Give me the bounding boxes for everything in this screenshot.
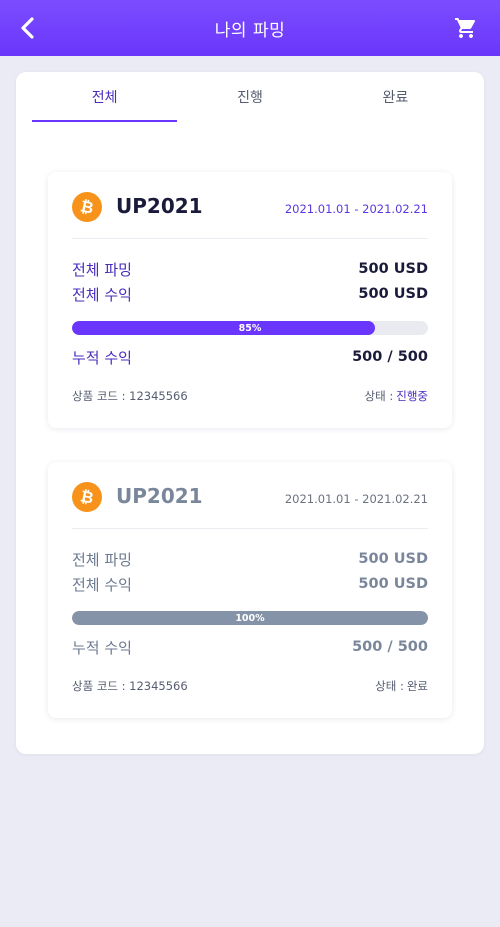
divider bbox=[72, 528, 428, 529]
product-name: UP2021 bbox=[116, 484, 203, 508]
page-title: 나의 파밍 bbox=[214, 20, 286, 41]
total-farming-label: 전체 파밍 bbox=[72, 550, 132, 569]
card-footer: 상품 코드 : 12345566 상태 : 완료 bbox=[72, 678, 428, 694]
total-farming-value: 500 USD bbox=[358, 261, 428, 277]
cumulative-profit-value: 500 / 500 bbox=[352, 349, 428, 365]
cumulative-profit-row: 누적 수익 500 / 500 bbox=[72, 346, 428, 368]
progress-percent: 100% bbox=[235, 612, 265, 624]
shopping-cart-icon[interactable] bbox=[452, 14, 480, 42]
status-label: 상태 : bbox=[364, 389, 394, 403]
progress-bar: 85% bbox=[72, 321, 428, 335]
product-code: 상품 코드 : 12345566 bbox=[72, 389, 188, 403]
total-farming-label: 전체 파밍 bbox=[72, 260, 132, 279]
total-farming-value: 500 USD bbox=[358, 551, 428, 567]
farming-card[interactable]: ₿ UP2021 2021.01.01 - 2021.02.21 전체 파밍 5… bbox=[48, 462, 452, 718]
app-header: 나의 파밍 bbox=[0, 0, 500, 56]
status-badge: 진행중 bbox=[396, 389, 428, 403]
cumulative-profit-row: 누적 수익 500 / 500 bbox=[72, 636, 428, 658]
status-badge: 완료 bbox=[406, 679, 428, 693]
chevron-left-icon[interactable] bbox=[14, 14, 42, 42]
progress-bar: 100% bbox=[72, 611, 428, 625]
total-profit-row: 전체 수익 500 USD bbox=[72, 573, 428, 595]
bitcoin-icon: ₿ bbox=[72, 192, 102, 222]
divider bbox=[72, 238, 428, 239]
cumulative-profit-label: 누적 수익 bbox=[72, 348, 132, 367]
total-profit-row: 전체 수익 500 USD bbox=[72, 283, 428, 305]
card-footer: 상품 코드 : 12345566 상태 : 진행중 bbox=[72, 388, 428, 404]
cumulative-profit-value: 500 / 500 bbox=[352, 639, 428, 655]
tab-all[interactable]: 전체 bbox=[32, 72, 178, 122]
status-label: 상태 : bbox=[375, 679, 404, 693]
tab-bar: 전체 진행 완료 bbox=[32, 72, 468, 122]
total-profit-label: 전체 수익 bbox=[72, 575, 132, 594]
total-profit-label: 전체 수익 bbox=[72, 285, 132, 304]
cumulative-profit-label: 누적 수익 bbox=[72, 638, 132, 657]
status: 상태 : 완료 bbox=[375, 678, 428, 694]
progress-percent: 85% bbox=[238, 322, 262, 334]
total-farming-row: 전체 파밍 500 USD bbox=[72, 548, 428, 570]
total-profit-value: 500 USD bbox=[358, 576, 428, 592]
farming-card[interactable]: ₿ UP2021 2021.01.01 - 2021.02.21 전체 파밍 5… bbox=[48, 172, 452, 428]
farming-period: 2021.01.01 - 2021.02.21 bbox=[284, 202, 428, 216]
farming-panel: 전체 진행 완료 ₿ UP2021 2021.01.01 - 2021.02.2… bbox=[16, 72, 484, 754]
bitcoin-icon: ₿ bbox=[72, 482, 102, 512]
farming-period: 2021.01.01 - 2021.02.21 bbox=[284, 492, 428, 506]
product-code: 상품 코드 : 12345566 bbox=[72, 679, 188, 693]
tab-completed[interactable]: 완료 bbox=[323, 72, 468, 122]
total-farming-row: 전체 파밍 500 USD bbox=[72, 258, 428, 280]
product-name: UP2021 bbox=[116, 194, 203, 218]
total-profit-value: 500 USD bbox=[358, 286, 428, 302]
status: 상태 : 진행중 bbox=[365, 388, 428, 404]
tab-in-progress[interactable]: 진행 bbox=[177, 72, 322, 122]
